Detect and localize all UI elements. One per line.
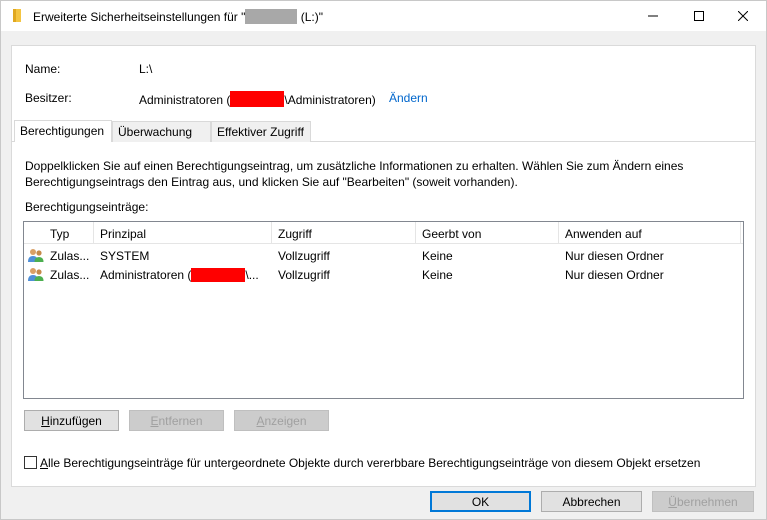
column-principal[interactable]: Prinzipal [94, 222, 272, 244]
column-type[interactable]: Typ [44, 222, 94, 244]
users-icon [28, 268, 44, 281]
folder-icon [13, 9, 21, 22]
remove-button[interactable]: Entfernen [129, 410, 224, 431]
minimize-icon [648, 15, 658, 17]
row-applies: Nur diesen Ordner [565, 249, 664, 263]
info-text-line2: Berechtigungseintrags den Eintrag aus, u… [25, 175, 518, 189]
close-icon [738, 11, 748, 21]
title-bar: Erweiterte Sicherheitseinstellungen für … [1, 1, 766, 31]
tab-permissions[interactable]: Berechtigungen [14, 120, 112, 142]
security-dialog: Erweiterte Sicherheitseinstellungen für … [0, 0, 767, 520]
window-title: Erweiterte Sicherheitseinstellungen für … [33, 9, 323, 24]
replace-child-permissions-label[interactable]: Alle Berechtigungseinträge für untergeor… [40, 456, 700, 470]
add-button[interactable]: Hinzufügen [24, 410, 119, 431]
table-row[interactable]: Zulas... Administratoren (\... Vollzugri… [24, 265, 743, 284]
row-type: Zulas... [50, 268, 90, 282]
tab-effective-access[interactable]: Effektiver Zugriff [211, 121, 311, 142]
change-owner-link[interactable]: Ändern [389, 91, 428, 105]
list-header: Typ Prinzipal Zugriff Geerbt von Anwende… [24, 222, 743, 244]
maximize-icon [694, 11, 704, 21]
row-access: Vollzugriff [278, 249, 330, 263]
column-access[interactable]: Zugriff [272, 222, 416, 244]
close-button[interactable] [720, 1, 766, 31]
minimize-button[interactable] [630, 1, 676, 31]
ok-button[interactable]: OK [430, 491, 531, 512]
owner-label: Besitzer: [25, 91, 72, 105]
entries-label: Berechtigungseinträge: [25, 200, 149, 214]
tab-auditing[interactable]: Überwachung [112, 121, 211, 142]
view-button[interactable]: Anzeigen [234, 410, 329, 431]
column-applies-to[interactable]: Anwenden auf [559, 222, 741, 244]
row-principal: Administratoren (\... [100, 268, 259, 282]
maximize-button[interactable] [676, 1, 722, 31]
name-value: L:\ [139, 62, 153, 76]
name-label: Name: [25, 62, 61, 76]
column-inherited-from[interactable]: Geerbt von [416, 222, 559, 244]
table-row[interactable]: Zulas... SYSTEM Vollzugriff Keine Nur di… [24, 246, 743, 265]
row-applies: Nur diesen Ordner [565, 268, 664, 282]
redacted-owner-domain [230, 91, 285, 107]
replace-child-permissions-checkbox[interactable] [24, 456, 37, 469]
row-access: Vollzugriff [278, 268, 330, 282]
info-text-line1: Doppelklicken Sie auf einen Berechtigung… [25, 159, 684, 173]
cancel-button[interactable]: Abbrechen [541, 491, 642, 512]
permission-entries-list[interactable]: Typ Prinzipal Zugriff Geerbt von Anwende… [23, 221, 744, 399]
users-icon [28, 249, 44, 262]
row-type: Zulas... [50, 249, 90, 263]
redacted-drive-name [245, 9, 298, 24]
redacted-principal-domain [191, 268, 246, 282]
owner-value: Administratoren (\Administratoren) [139, 91, 376, 107]
row-inherited: Keine [422, 268, 453, 282]
apply-button[interactable]: Übernehmen [652, 491, 754, 512]
row-inherited: Keine [422, 249, 453, 263]
row-principal: SYSTEM [100, 249, 150, 263]
